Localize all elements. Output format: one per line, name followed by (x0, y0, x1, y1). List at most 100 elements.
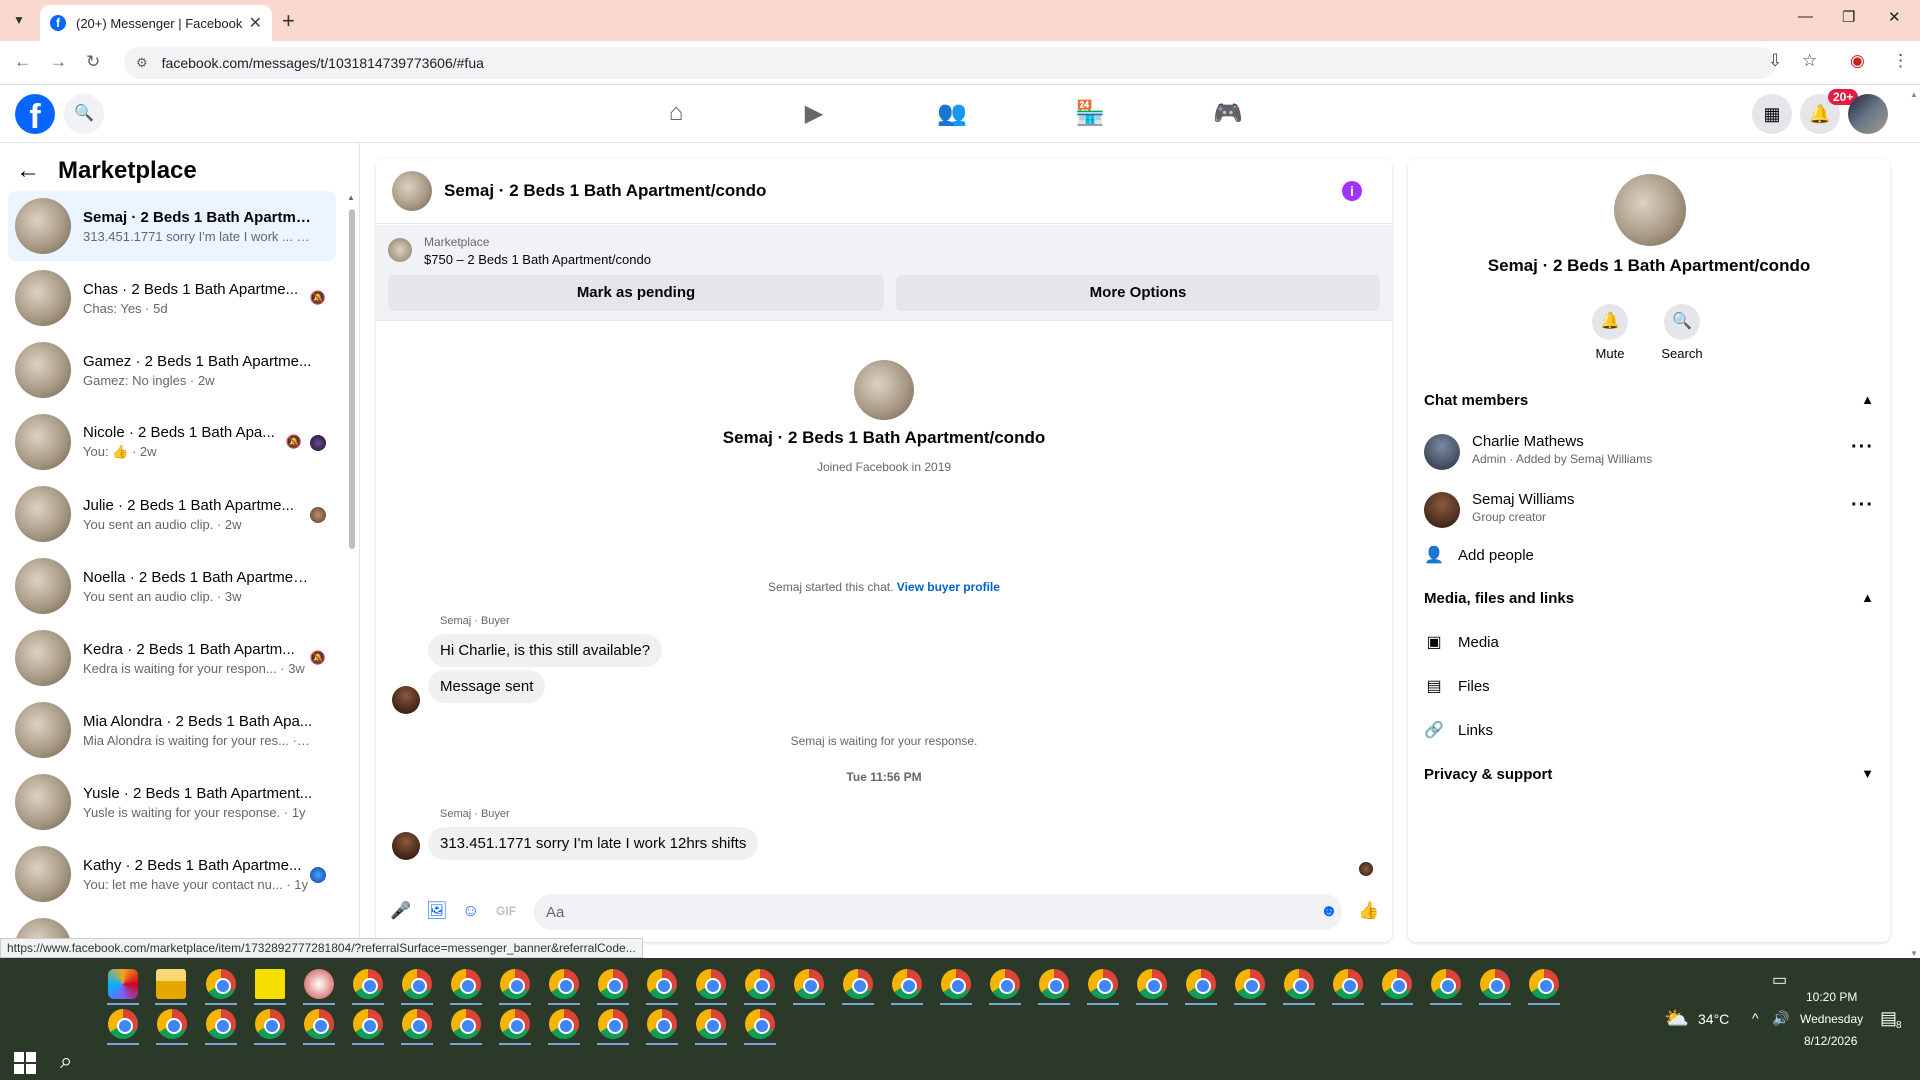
install-app-icon[interactable]: ⇩ (1768, 51, 1782, 71)
chrome-icon[interactable] (206, 969, 236, 999)
more-options-button[interactable]: More Options (896, 275, 1380, 311)
chrome-icon[interactable] (647, 969, 677, 999)
friends-icon[interactable]: 👥 (936, 99, 968, 128)
chrome-icon[interactable] (1431, 969, 1461, 999)
chrome-icon[interactable] (696, 969, 726, 999)
chrome-icon[interactable] (353, 969, 383, 999)
sticky-notes-icon[interactable] (255, 969, 285, 999)
chrome-icon[interactable] (1382, 969, 1412, 999)
chrome-icon[interactable] (598, 1009, 628, 1039)
chrome-icon[interactable] (402, 969, 432, 999)
app-icon[interactable] (304, 969, 334, 999)
sender-avatar[interactable] (392, 686, 420, 714)
chrome-icon[interactable] (1529, 969, 1559, 999)
chrome-icon[interactable] (647, 1009, 677, 1039)
forward-arrow-icon[interactable]: → (50, 52, 67, 72)
weather-icon[interactable]: ⛅ (1664, 1006, 1689, 1031)
conversation-item[interactable]: Chas · 2 Beds 1 Bath Apartme... Chas: Yes… (8, 263, 336, 333)
chrome-icon[interactable] (1088, 969, 1118, 999)
video-icon[interactable]: ▶ (798, 99, 830, 128)
url-text[interactable]: facebook.com/messages/t/1031814739773606… (162, 55, 484, 71)
info-icon[interactable]: i (1342, 181, 1362, 201)
links-item[interactable]: 🔗 Links (1424, 715, 1874, 745)
conversation-item[interactable]: Kedra · 2 Beds 1 Bath Apartm... Kedra is … (8, 623, 336, 693)
close-tab-icon[interactable]: ✕ (249, 13, 262, 33)
chrome-icon[interactable] (451, 969, 481, 999)
more-options-icon[interactable]: ··· (1851, 436, 1874, 459)
emoji-icon[interactable]: ☻ (1320, 901, 1338, 921)
chrome-icon[interactable] (304, 1009, 334, 1039)
media-item[interactable]: ▣ Media (1424, 627, 1874, 657)
profile-icon[interactable]: ◉ (1850, 51, 1865, 71)
chrome-icon[interactable] (794, 969, 824, 999)
search-icon[interactable]: 🔍 (64, 94, 104, 134)
chrome-icon[interactable] (206, 1009, 236, 1039)
add-people-button[interactable]: 👤 Add people (1424, 540, 1874, 570)
conversation-item[interactable]: Kathy · 2 Beds 1 Bath Apartme... You: let… (8, 839, 336, 909)
menu-grid-icon[interactable]: ▦ (1752, 94, 1792, 134)
chrome-icon[interactable] (1333, 969, 1363, 999)
scroll-up-icon[interactable]: ▲ (1910, 90, 1918, 99)
conversation-item[interactable]: Semaj · 2 Beds 1 Bath Apartmen... 313.451… (8, 191, 336, 261)
chrome-icon[interactable] (549, 969, 579, 999)
chat-title[interactable]: Semaj · 2 Beds 1 Bath Apartment/condo (444, 181, 766, 201)
message-bubble[interactable]: 313.451.1771 sorry I'm late I work 12hrs… (428, 827, 759, 860)
intro-avatar[interactable] (854, 360, 914, 420)
search-button[interactable]: 🔍 Search (1652, 304, 1712, 361)
site-info-icon[interactable]: ⚙ (136, 55, 148, 71)
view-buyer-profile-link[interactable]: View buyer profile (897, 580, 1000, 594)
sidebar-scrollbar[interactable] (349, 209, 355, 549)
conversation-item[interactable]: Nicole · 2 Beds 1 Bath Apa... You: 👍 · 2w… (8, 407, 336, 477)
chrome-icon[interactable] (745, 969, 775, 999)
chrome-icon[interactable] (500, 1009, 530, 1039)
new-tab-button[interactable]: + (282, 8, 295, 34)
chrome-icon[interactable] (598, 969, 628, 999)
thumbs-up-icon[interactable]: 👍 (1358, 901, 1379, 921)
message-bubble[interactable]: Hi Charlie, is this still available? (428, 634, 663, 667)
browser-tab[interactable]: f (20+) Messenger | Facebook ✕ (40, 5, 272, 41)
chrome-icon[interactable] (353, 1009, 383, 1039)
banner-listing[interactable]: $750 – 2 Beds 1 Bath Apartment/condo (424, 252, 651, 267)
conversation-item[interactable]: Gamez · 2 Beds 1 Bath Apartme... Gamez: N… (8, 335, 336, 405)
copilot-icon[interactable] (108, 969, 138, 999)
conversation-item[interactable]: Yusle · 2 Beds 1 Bath Apartment... Yusle … (8, 767, 336, 837)
chrome-icon[interactable] (451, 1009, 481, 1039)
chrome-icon[interactable] (745, 1009, 775, 1039)
chrome-icon[interactable] (843, 969, 873, 999)
sticker-icon[interactable]: ☺ (462, 901, 479, 921)
chrome-icon[interactable] (990, 969, 1020, 999)
message-bubble[interactable]: Message sent (428, 670, 546, 703)
member-row[interactable]: Semaj Williams Group creator ··· (1424, 486, 1874, 534)
tray-display-icon[interactable]: ▭ (1772, 970, 1787, 990)
back-arrow-icon[interactable]: ← (16, 157, 40, 185)
conversation-item[interactable]: Mia Alondra · 2 Beds 1 Bath Apa... Mia Al… (8, 695, 336, 765)
clock-day[interactable]: Wednesday (1800, 1012, 1863, 1026)
minimize-icon[interactable]: — (1798, 8, 1813, 25)
conversation-item[interactable]: Noella · 2 Beds 1 Bath Apartmen... You se… (8, 551, 336, 621)
privacy-support-header[interactable]: Privacy & support ▼ (1424, 766, 1874, 783)
member-row[interactable]: Charlie Mathews Admin · Added by Semaj W… (1424, 428, 1874, 476)
chrome-icon[interactable] (1284, 969, 1314, 999)
url-omnibox[interactable]: ⚙ facebook.com/messages/t/10318147397736… (124, 47, 1776, 79)
file-explorer-icon[interactable] (156, 969, 186, 999)
chrome-icon[interactable] (549, 1009, 579, 1039)
tray-chevron-icon[interactable]: ^ (1752, 1010, 1759, 1026)
taskbar-search-icon[interactable]: ⌕ (60, 1048, 72, 1074)
temperature[interactable]: 34°C (1698, 1011, 1729, 1027)
scroll-up-icon[interactable]: ▲ (347, 193, 355, 202)
chrome-icon[interactable] (402, 1009, 432, 1039)
chrome-icon[interactable] (255, 1009, 285, 1039)
home-icon[interactable]: ⌂ (660, 99, 692, 127)
more-options-icon[interactable]: ··· (1851, 494, 1874, 517)
gif-icon[interactable]: GIF (496, 904, 516, 918)
listing-thumbnail[interactable] (388, 238, 412, 262)
scroll-down-icon[interactable]: ▼ (1910, 949, 1918, 958)
chrome-icon[interactable] (1186, 969, 1216, 999)
photo-icon[interactable]: 🖼 (426, 901, 448, 921)
mark-as-pending-button[interactable]: Mark as pending (388, 275, 884, 311)
page-scrollbar[interactable]: ▲ ▼ (1908, 86, 1920, 958)
browser-menu-icon[interactable]: ⋮ (1892, 51, 1909, 71)
chrome-icon[interactable] (1039, 969, 1069, 999)
chrome-icon[interactable] (941, 969, 971, 999)
facebook-logo-icon[interactable]: f (15, 94, 55, 134)
